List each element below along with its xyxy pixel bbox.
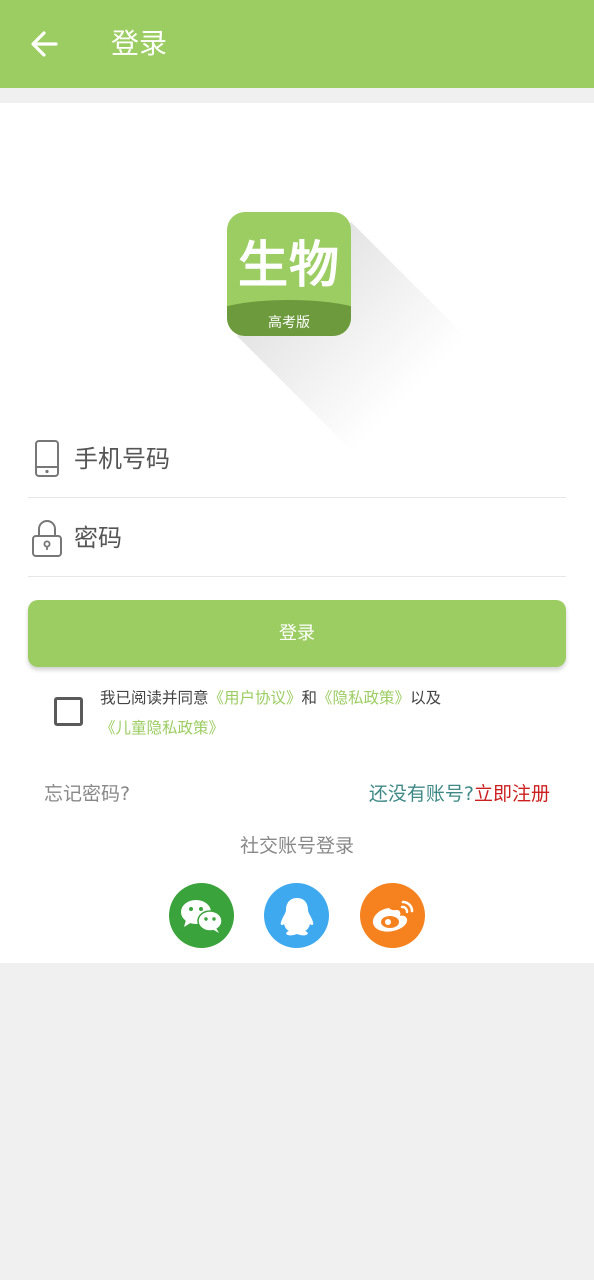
qq-login-button[interactable] [264, 883, 329, 948]
forgot-password-link[interactable]: 忘记密码? [44, 780, 130, 808]
lock-icon [32, 520, 62, 557]
agreement-and: 和 [301, 689, 318, 707]
password-field[interactable]: 密码 [28, 499, 566, 577]
child-privacy-link[interactable]: 《儿童隐私政策》 [100, 719, 224, 737]
password-input[interactable]: 密码 [74, 521, 122, 555]
logo-sub-text: 高考版 [268, 315, 310, 331]
wechat-login-button[interactable] [169, 883, 234, 948]
agreement-prefix: 我已阅读并同意 [100, 689, 209, 707]
social-login-title: 社交账号登录 [239, 835, 354, 857]
weibo-login-button[interactable] [360, 883, 425, 948]
logo-tile: 生物 高考版 [227, 212, 351, 336]
agreement-checkbox[interactable] [54, 697, 83, 726]
agreement-text: 我已阅读并同意《用户协议》和《隐私政策》以及《儿童隐私政策》 [100, 683, 560, 743]
phone-input[interactable]: 手机号码 [74, 442, 170, 476]
page-title: 登录 [111, 27, 168, 60]
logo-main-text: 生物 [238, 236, 340, 294]
agreement-also: 以及 [410, 689, 442, 707]
wechat-icon [180, 899, 223, 933]
back-button[interactable] [22, 24, 66, 64]
app-logo: 生物 高考版 [227, 212, 351, 336]
privacy-policy-link[interactable]: 《隐私政策》 [317, 689, 410, 707]
phone-field[interactable]: 手机号码 [28, 420, 566, 498]
arrow-left-icon [31, 31, 58, 57]
no-account-text: 还没有账号? [368, 783, 474, 805]
qq-icon [280, 897, 313, 935]
app-bar: 登录 [0, 0, 594, 88]
login-button[interactable]: 登录 [28, 600, 566, 667]
register-link[interactable]: 立即注册 [474, 783, 550, 805]
phone-icon [35, 440, 59, 477]
user-agreement-link[interactable]: 《用户协议》 [209, 689, 302, 707]
weibo-icon [372, 900, 413, 932]
register-prompt: 还没有账号?立即注册 [369, 780, 550, 808]
